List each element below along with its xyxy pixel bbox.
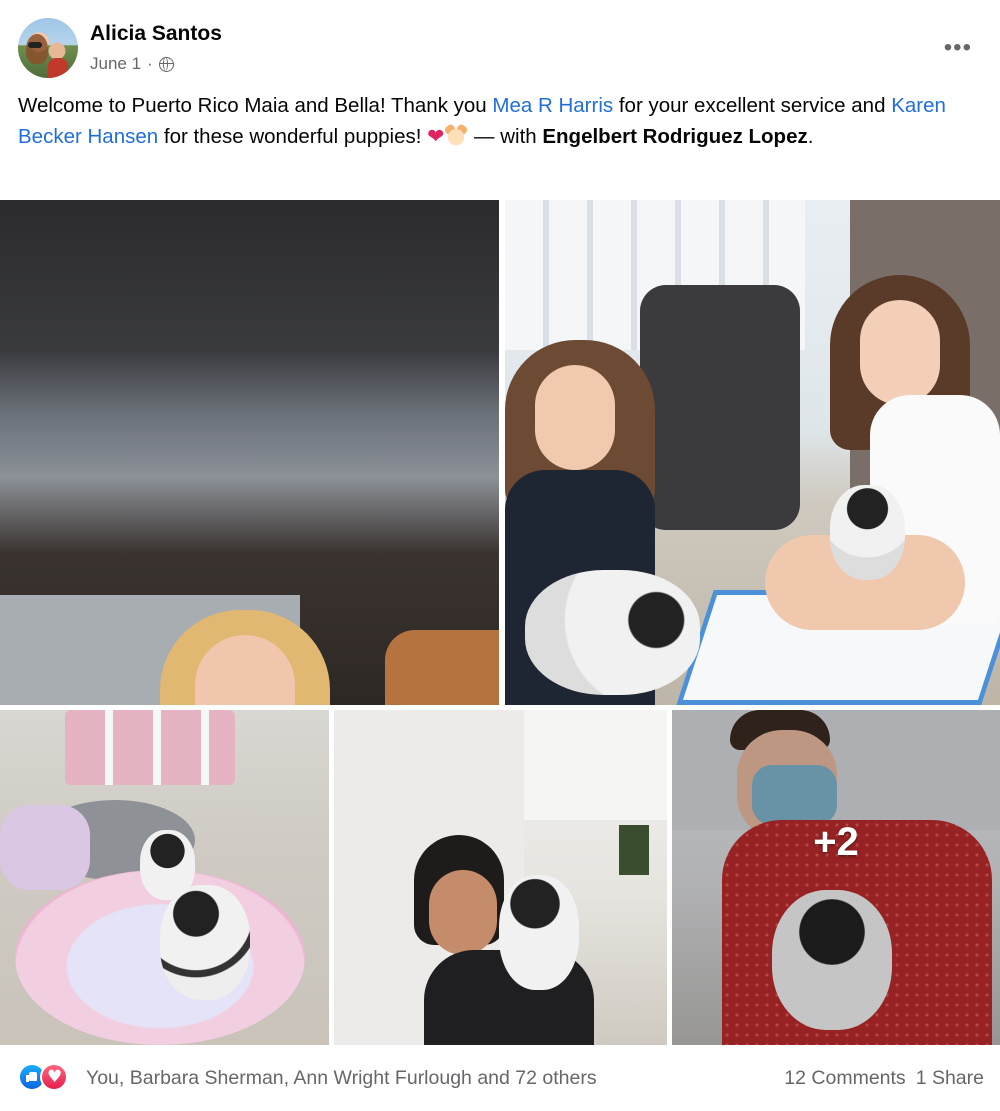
photo-man-puppy[interactable]: +2 [672, 710, 1000, 1045]
author-avatar[interactable] [18, 18, 78, 78]
puppy-7 [499, 875, 579, 990]
photo-woman-puppy[interactable] [334, 710, 667, 1045]
blanket [0, 805, 90, 890]
dog-face-emoji-icon [444, 123, 469, 146]
photo-car[interactable] [0, 200, 499, 705]
car-right-seat [385, 630, 499, 705]
puppy-4 [830, 485, 905, 580]
reaction-icons[interactable] [18, 1063, 76, 1091]
more-photos-overlay[interactable]: +2 [672, 710, 1000, 1045]
love-icon [40, 1063, 68, 1091]
photo-girls[interactable] [505, 200, 1000, 705]
girl-2-face [860, 300, 940, 405]
engagement-counts: 12 Comments 1 Share [784, 1067, 984, 1090]
post-meta: June 1 · [90, 54, 174, 74]
armchair [640, 285, 800, 530]
comments-count[interactable]: 12 Comments [784, 1067, 905, 1090]
post-text-part5: . [807, 124, 814, 148]
more-options-button[interactable]: ••• [944, 34, 972, 62]
meta-separator: · [147, 54, 153, 73]
avatar-sunglasses [28, 42, 42, 48]
photo-puppy-bed[interactable] [0, 710, 329, 1045]
avatar-shirt [48, 58, 68, 78]
post-text-part3: for these wonderful puppies! [158, 124, 428, 148]
heart-emoji: ❤ [427, 124, 445, 148]
post-text-part1: Welcome to Puerto Rico Maia and Bella! T… [18, 94, 493, 117]
reactors-summary[interactable]: You, Barbara Sherman, Ann Wright Furloug… [86, 1067, 597, 1090]
post-header: Alicia Santos June 1 · ••• [18, 18, 982, 80]
woman-2-face [429, 870, 497, 955]
post-text-part4: — with [468, 124, 543, 148]
playpen [65, 710, 235, 785]
girl-1-face [535, 365, 615, 470]
post-text-part2: for your excellent service and [613, 94, 892, 117]
globe-icon[interactable] [158, 56, 174, 72]
sign-board [619, 825, 649, 875]
shares-count[interactable]: 1 Share [916, 1067, 984, 1090]
puppy-6 [160, 885, 250, 1000]
more-photos-count: +2 [813, 820, 859, 864]
avatar-hair [26, 34, 48, 64]
ceiling-beam [524, 710, 667, 820]
reactions-bar: You, Barbara Sherman, Ann Wright Furloug… [18, 1060, 984, 1096]
puppy-3 [525, 570, 700, 695]
mention-mea-r-harris[interactable]: Mea R Harris [492, 94, 613, 117]
post-text: Welcome to Puerto Rico Maia and Bella! T… [18, 91, 982, 152]
author-name[interactable]: Alicia Santos [90, 22, 222, 46]
post-date[interactable]: June 1 [90, 54, 141, 74]
tagged-person[interactable]: Engelbert Rodriguez Lopez [542, 125, 807, 148]
